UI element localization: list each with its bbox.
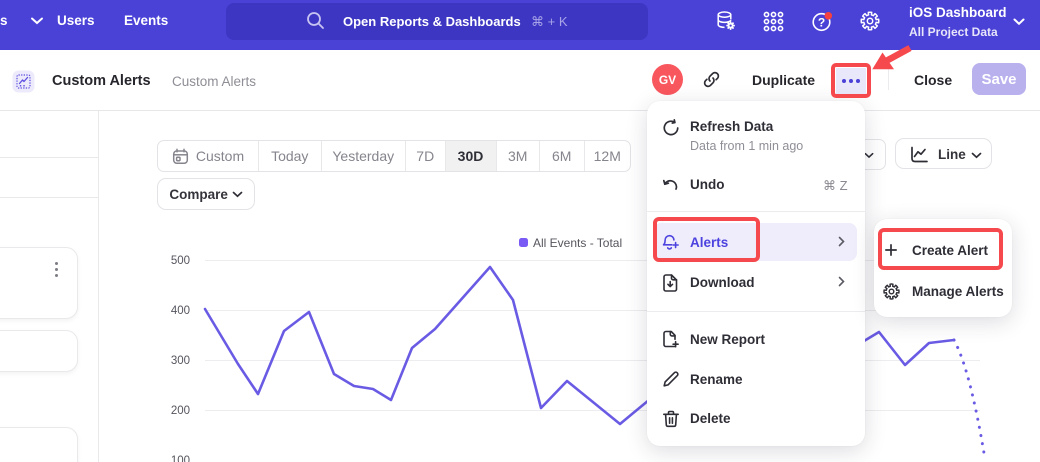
svg-text:?: ? — [818, 16, 825, 30]
